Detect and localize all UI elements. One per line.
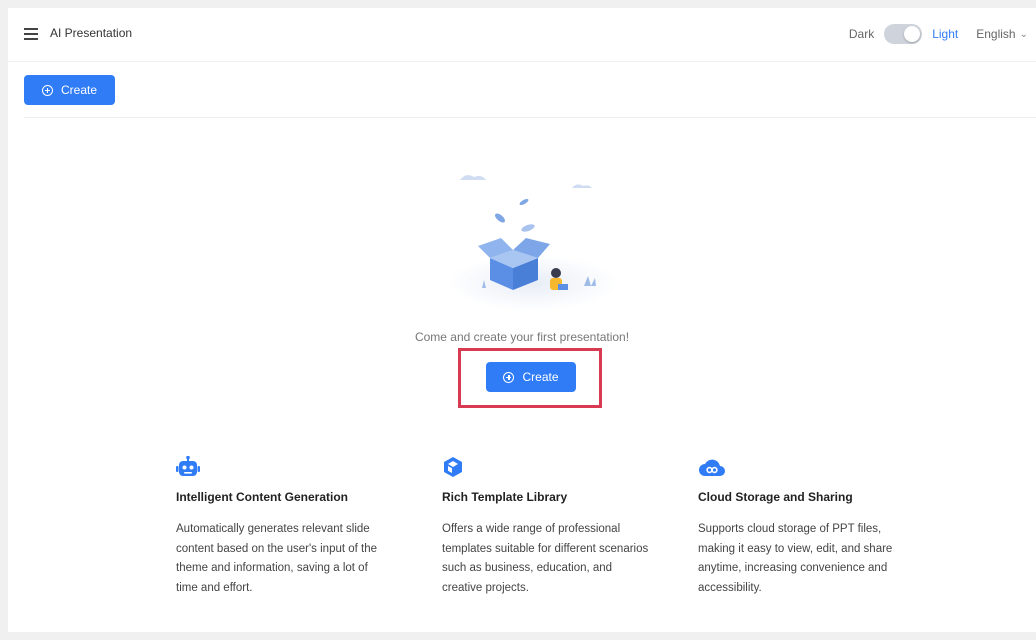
toolbar: Create — [24, 62, 1036, 118]
cube-icon — [442, 456, 652, 478]
feature-description: Automatically generates relevant slide c… — [176, 523, 378, 594]
header-bar: AI Presentation Dark Light English ⌄ — [8, 8, 1036, 62]
robot-icon — [176, 455, 386, 478]
menu-icon[interactable] — [24, 28, 38, 40]
language-select[interactable]: English ⌄ — [976, 27, 1028, 41]
feature-description: Supports cloud storage of PPT files, mak… — [698, 523, 893, 594]
chevron-down-icon: ⌄ — [1019, 28, 1028, 40]
language-label: English — [976, 27, 1016, 41]
theme-light-label[interactable]: Light — [932, 27, 958, 41]
theme-toggle[interactable] — [884, 24, 923, 44]
create-button[interactable]: Create — [24, 75, 115, 105]
empty-box-illustration — [448, 175, 618, 311]
theme-dark-label[interactable]: Dark — [849, 27, 874, 41]
empty-state-create-label: Create — [522, 370, 559, 384]
feature-intelligent-content: Intelligent Content Generation Automatic… — [176, 455, 386, 598]
cloud-icon — [698, 456, 908, 478]
empty-state-create-button[interactable]: Create — [486, 362, 576, 392]
plus-circle-icon — [503, 371, 515, 383]
plus-circle-icon — [41, 84, 53, 96]
theme-switcher: Dark Light English ⌄ — [849, 24, 1028, 44]
create-button-label: Create — [60, 83, 98, 97]
feature-description: Offers a wide range of professional temp… — [442, 523, 649, 594]
feature-template-library: Rich Template Library Offers a wide rang… — [442, 456, 652, 598]
feature-title: Intelligent Content Generation — [176, 490, 349, 504]
feature-title: Rich Template Library — [442, 490, 568, 504]
app-page: AI Presentation Dark Light English ⌄ Cre… — [8, 8, 1036, 632]
feature-cloud-storage: Cloud Storage and Sharing Supports cloud… — [698, 456, 908, 598]
feature-title: Cloud Storage and Sharing — [698, 490, 853, 504]
app-title: AI Presentation — [50, 26, 133, 40]
empty-state-message: Come and create your first presentation! — [414, 330, 630, 344]
toggle-knob — [904, 26, 921, 42]
